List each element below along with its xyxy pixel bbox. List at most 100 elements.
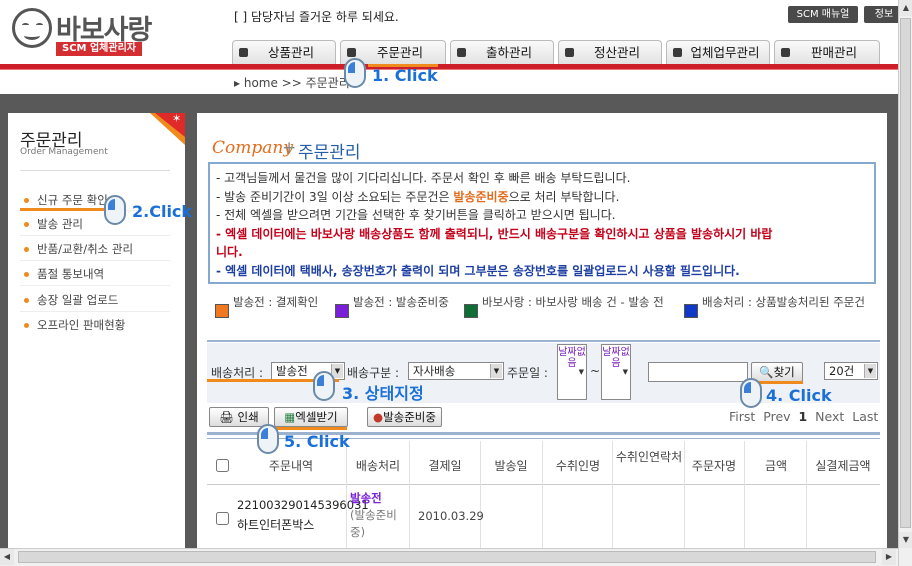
tab-products[interactable]: 상품관리: [232, 40, 336, 64]
scroll-thumb[interactable]: [900, 18, 911, 528]
scm-manual-button[interactable]: SCM 매뉴얼: [788, 6, 858, 23]
product-name[interactable]: 하트인터폰박스: [237, 516, 314, 533]
mouse-cursor-icon: [104, 195, 126, 225]
order-number[interactable]: 221003290145396031: [237, 498, 369, 512]
table-header: 수취인연락처: [615, 450, 683, 464]
print-button[interactable]: 🖨 인쇄: [209, 407, 269, 427]
tab-icon: [565, 48, 574, 57]
notice-warning-cont: 니다.: [216, 245, 243, 259]
ready-status-button[interactable]: ●발송준비중: [367, 407, 442, 427]
delivery-type-select[interactable]: 자사배송 ▼: [408, 362, 504, 380]
notice-line: - 전체 엑셀을 받으려면 기간을 선택한 후 찾기버튼을 클릭하고 받으시면 …: [216, 208, 616, 222]
sidebar-item-shipping[interactable]: 발송 관리: [24, 216, 83, 232]
printer-icon: 🖨: [219, 410, 234, 424]
vertical-scrollbar[interactable]: ▲ ▼: [898, 0, 912, 566]
annotation-step-5: 5. Click: [284, 432, 350, 451]
main-tabs: 상품관리 주문관리 출하관리 정산관리 업체업무관리 판매관리: [232, 40, 880, 64]
menu-divider: [20, 260, 170, 261]
table-header: 주문내역: [268, 459, 314, 473]
star-icon: ✶: [172, 112, 182, 125]
menu-divider: [20, 285, 170, 286]
table-header: 수취인명: [555, 459, 601, 473]
logo-face-icon[interactable]: [12, 8, 52, 48]
scroll-left-icon[interactable]: ◀: [0, 549, 14, 565]
table-header: 주문자명: [691, 459, 737, 473]
excel-download-button[interactable]: ▦엑셀받기: [274, 407, 348, 427]
scroll-thumb-horizontal[interactable]: [18, 551, 876, 563]
tab-vendor-work[interactable]: 업체업무관리: [666, 40, 770, 64]
legend-swatch-payment: [215, 304, 229, 318]
legend-label: 바보사랑 : 바보사랑 배송 건 - 발송 전: [482, 295, 664, 309]
sidebar-item-soldout[interactable]: 품절 통보내역: [24, 266, 104, 282]
pager-last[interactable]: Last: [852, 409, 878, 424]
sidebar-divider: [20, 170, 170, 171]
status-badge: 발송전: [350, 491, 382, 505]
breadcrumb: ▸ home >> 주문관리: [234, 76, 350, 90]
find-button[interactable]: 🔍찾기: [751, 362, 803, 382]
sidebar-item-invoice-upload[interactable]: 송장 일괄 업로드: [24, 292, 118, 308]
scroll-down-icon[interactable]: ▼: [899, 532, 912, 548]
notice-line: - 고객님들께서 물건을 많이 기다리십니다. 주문서 확인 후 빠른 배송 부…: [216, 171, 631, 185]
annotation-step-3: 3. 상태지정: [342, 384, 424, 403]
mouse-cursor-icon: [344, 58, 366, 88]
content-title-plus: +: [282, 138, 297, 158]
annotation-step-4: 4. Click: [766, 386, 832, 405]
bullet-icon: [24, 222, 29, 227]
payment-date: 2010.03.29: [418, 509, 484, 523]
legend-swatch-preparing: [335, 304, 349, 318]
pager-next[interactable]: Next: [815, 409, 844, 424]
pager-first[interactable]: First: [729, 409, 755, 424]
tab-icon: [781, 48, 790, 57]
mouse-cursor-icon: [257, 424, 279, 454]
table-header: 결제일: [428, 459, 462, 473]
order-date-label: 주문일 :: [507, 366, 548, 380]
col-separator: [612, 441, 613, 548]
table-header: 금액: [764, 459, 788, 473]
table-header: 발송일: [494, 459, 528, 473]
delivery-type-label: 배송구분 :: [347, 366, 400, 380]
legend-label: 발송전 : 결제확인: [233, 295, 319, 309]
tab-icon: [239, 48, 248, 57]
horizontal-scrollbar[interactable]: ◀ ▶: [0, 548, 898, 566]
tab-icon: [673, 48, 682, 57]
notice-box: - 고객님들께서 물건을 많이 기다리십니다. 주문서 확인 후 빠른 배송 부…: [208, 162, 876, 284]
logo-badge: SCM 업체관리자: [56, 42, 142, 56]
truck-icon: ●: [373, 410, 384, 424]
bullet-icon: [24, 298, 29, 303]
sidebar-item-offline-sales[interactable]: 오프라인 판매현황: [24, 317, 125, 333]
tab-sales[interactable]: 판매관리: [774, 40, 880, 64]
date-from-select[interactable]: 날짜없음 ▼: [557, 344, 587, 400]
col-separator: [542, 441, 543, 548]
menu-divider: [20, 311, 170, 312]
tab-settlement[interactable]: 정산관리: [558, 40, 662, 64]
select-all-checkbox[interactable]: [216, 459, 229, 472]
scroll-right-icon[interactable]: ▶: [882, 549, 896, 565]
bullet-icon: [24, 247, 29, 252]
sidebar-item-returns[interactable]: 반품/교환/취소 관리: [24, 241, 133, 257]
table-header: 배송처리: [355, 459, 401, 473]
tab-shipping[interactable]: 출하관리: [450, 40, 554, 64]
annotation-underline: [275, 427, 347, 430]
pager-prev[interactable]: Prev: [763, 409, 790, 424]
menu-divider: [20, 235, 170, 236]
status-sub: (발송준비중): [350, 508, 397, 539]
col-separator: [806, 441, 807, 548]
scroll-up-icon[interactable]: ▲: [899, 0, 912, 16]
page-size-select[interactable]: 20건 ▼: [824, 362, 878, 380]
col-separator: [480, 441, 481, 548]
pager-current: 1: [798, 409, 808, 424]
date-to-select[interactable]: 날짜없음 ▼: [601, 344, 631, 400]
legend-label: 배송처리 : 상품발송처리된 주문건: [702, 295, 865, 309]
annotation-step-1: 1. Click: [372, 66, 438, 85]
dropdown-arrow-icon: ▼: [622, 368, 628, 376]
row-checkbox[interactable]: [216, 512, 229, 525]
tab-icon: [347, 48, 356, 57]
mouse-cursor-icon: [740, 378, 762, 408]
search-input[interactable]: [648, 362, 748, 382]
sidebar-subtitle: Order Management: [20, 147, 108, 157]
col-separator: [744, 441, 745, 548]
greeting-text: [ ] 담당자님 즐거운 하루 되세요.: [234, 10, 399, 24]
bullet-icon: [24, 272, 29, 277]
annotation-underline: [20, 208, 106, 211]
sidebar-item-new-orders[interactable]: 신규 주문 확인: [24, 192, 108, 208]
